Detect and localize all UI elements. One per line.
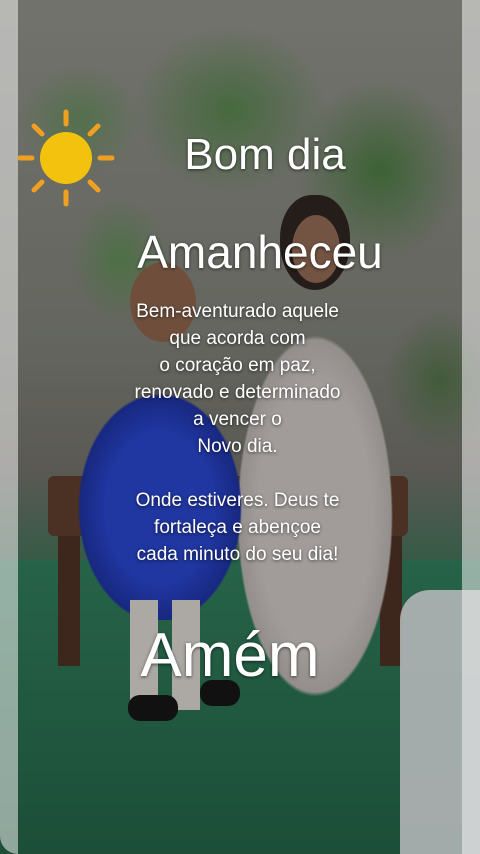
frame-right-edge <box>462 0 480 854</box>
greeting-title: Bom dia <box>184 130 346 179</box>
message-line: o coração em paz, <box>159 355 316 376</box>
message-line: renovado e determinado <box>134 382 341 403</box>
message-line: Bem-aventurado aquele <box>136 301 339 322</box>
blessing-message: Bem-aventurado aquele que acorda com o c… <box>100 298 375 568</box>
closing-amen: Amém <box>140 621 320 690</box>
message-line: Onde estiveres. Deus te <box>135 490 340 511</box>
message-line: cada minuto do seu dia! <box>136 544 339 565</box>
headline: Amanheceu <box>137 226 383 278</box>
message-gap <box>100 460 375 487</box>
message-line: fortaleça e abençoe <box>154 517 321 538</box>
sun-icon <box>17 109 115 207</box>
message-line: que acorda com <box>169 328 306 349</box>
message-line: a vencer o <box>193 409 282 430</box>
message-line: Novo dia. <box>197 436 278 457</box>
